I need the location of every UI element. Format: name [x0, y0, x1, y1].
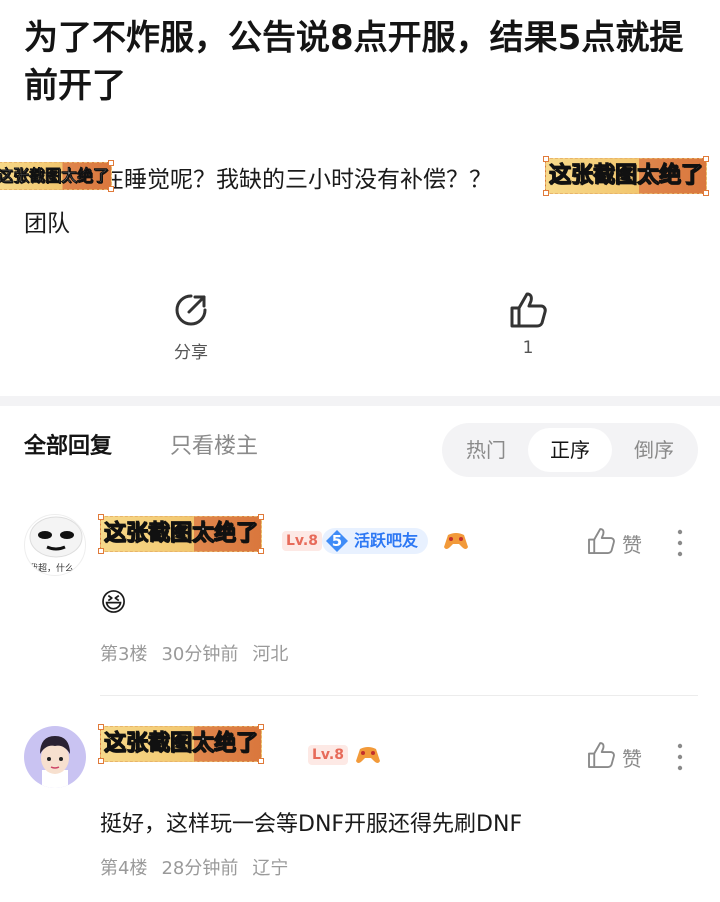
comment-item: 这张截图太绝了 Lv.8 赞 挺好，这样玩一会等DNF开服还得先刷DNF 第4楼… — [0, 720, 720, 890]
post-body-text: 了在睡觉呢？我缺的三小时没有补偿？？ — [78, 167, 492, 193]
username: 这张截图太绝了 — [103, 731, 259, 757]
sort-hot[interactable]: 热门 — [444, 428, 528, 472]
like-label: 赞 — [622, 747, 642, 771]
post-title: 为了不炸服，公告说8点开服，结果5点就提前开了 — [24, 18, 684, 106]
tab-all-replies[interactable]: 全部回复 — [24, 428, 112, 460]
cartoon-boy-icon — [40, 736, 70, 788]
diamond-icon: 5 — [324, 528, 350, 554]
comment-like-button[interactable]: 赞 — [586, 526, 656, 560]
comment-location: 辽宁 — [252, 858, 289, 879]
sticker-image-left: 这张截图太绝了 — [0, 160, 115, 192]
share-label: 分享 — [174, 343, 208, 363]
comment-like-button[interactable]: 赞 — [586, 740, 656, 774]
reply-filter-bar: 全部回复 只看楼主 热门 正序 倒序 — [0, 420, 720, 480]
avatar-caption: 我超，什么 — [29, 564, 75, 574]
share-icon — [175, 294, 207, 326]
gamepad-icon — [444, 533, 468, 549]
like-label: 赞 — [622, 533, 642, 557]
more-options-icon[interactable] — [670, 526, 690, 560]
comment-text: 挺好，这样玩一会等DNF开服还得先刷DNF — [100, 812, 523, 837]
username-sticker[interactable]: 这张截图太绝了 — [98, 514, 265, 554]
username: 这张截图太绝了 — [103, 521, 259, 547]
gamepad-icon — [356, 747, 380, 763]
post-actions: 分享 1 — [0, 290, 720, 380]
sticker-text: 这张截图太绝了 — [548, 163, 704, 189]
thumbs-up-icon — [510, 292, 547, 328]
like-count: 1 — [522, 338, 534, 358]
floor-number: 第3楼 — [100, 644, 148, 665]
comment-divider — [100, 695, 698, 696]
thumbs-up-icon — [588, 742, 615, 768]
comment-meta: 第4楼 28分钟前 辽宁 — [100, 854, 302, 880]
level-badge: Lv.8 — [282, 531, 322, 551]
share-button[interactable]: 分享 — [151, 290, 231, 363]
active-member-badge: 5 活跃吧友 — [322, 528, 429, 554]
sort-segmented-control: 热门 正序 倒序 — [442, 423, 698, 477]
sort-descending[interactable]: 倒序 — [612, 428, 696, 472]
comment-meta: 第3楼 30分钟前 河北 — [100, 640, 302, 666]
level-badge: Lv.8 — [308, 745, 348, 765]
tab-op-only[interactable]: 只看楼主 — [170, 428, 258, 460]
active-level: 5 — [331, 532, 343, 550]
sticker-text: 这张截图太绝了 — [0, 166, 110, 186]
comment-time: 30分钟前 — [161, 644, 239, 665]
post-body-tail: 团队 — [24, 211, 70, 237]
username-sticker[interactable]: 这张截图太绝了 — [98, 724, 265, 764]
comment-location: 河北 — [252, 644, 289, 665]
thumbs-up-icon — [588, 528, 615, 554]
section-divider — [0, 396, 720, 406]
sticker-image-right: 这张截图太绝了 — [543, 156, 710, 196]
floor-number: 第4楼 — [100, 858, 148, 879]
like-button[interactable]: 1 — [488, 290, 568, 358]
avatar[interactable]: 我超，什么 — [24, 514, 86, 576]
comment-emoji: 😆 — [100, 588, 128, 618]
more-options-icon[interactable] — [670, 740, 690, 774]
comment-time: 28分钟前 — [161, 858, 239, 879]
avatar[interactable] — [24, 726, 86, 788]
sort-ascending[interactable]: 正序 — [528, 428, 612, 472]
active-label: 活跃吧友 — [354, 531, 419, 550]
comment-item: 我超，什么 这张截图太绝了 Lv.8 5 活跃吧友 赞 😆 第3楼 30分钟前 河北 — [0, 508, 720, 688]
